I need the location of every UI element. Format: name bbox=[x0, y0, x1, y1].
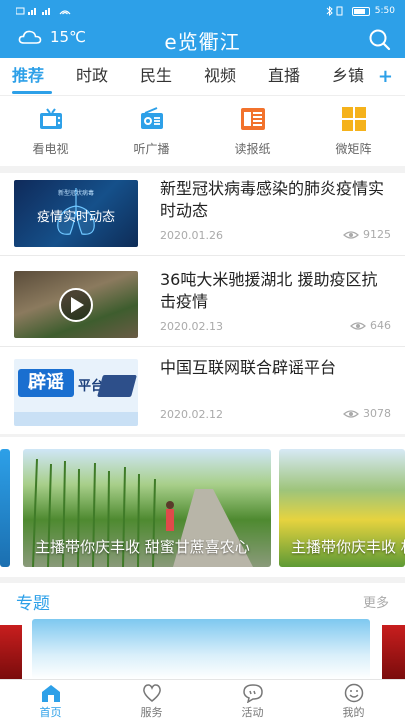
quick-links: 看电视 听广播 读报纸 微矩阵 bbox=[0, 96, 405, 166]
status-right-group: 5:50 bbox=[325, 6, 395, 16]
home-icon bbox=[41, 685, 60, 702]
quick-link-label: 看电视 bbox=[32, 142, 69, 156]
news-title: 36吨大米驰援湖北 援助疫区抗击疫情 bbox=[160, 270, 378, 311]
thumb-overlay-text: 疫情实时动态 bbox=[36, 210, 115, 225]
tab-politics[interactable]: 时政 bbox=[74, 58, 138, 96]
news-item[interactable]: 36吨大米驰援湖北 援助疫区抗击疫情 2020.02.13 646 bbox=[0, 264, 405, 346]
status-time: 5:50 bbox=[374, 6, 395, 16]
news-views: 646 bbox=[350, 319, 391, 332]
news-views: 3078 bbox=[343, 407, 391, 420]
nav-home[interactable]: 首页 bbox=[0, 680, 101, 720]
views-count: 9125 bbox=[363, 228, 391, 241]
thumb-footer-strip bbox=[14, 412, 138, 426]
views-count: 3078 bbox=[363, 407, 391, 420]
tab-live[interactable]: 直播 bbox=[266, 58, 330, 96]
news-thumbnail: 辟谣 平台 bbox=[14, 359, 138, 426]
heart-icon bbox=[142, 684, 161, 702]
nav-service[interactable]: 服务 bbox=[101, 680, 202, 720]
section-divider bbox=[0, 166, 405, 173]
bottom-nav: 首页 服务 活动 我的 bbox=[0, 679, 405, 720]
news-date: 2020.02.13 bbox=[160, 320, 223, 333]
tv-icon bbox=[39, 108, 62, 129]
radio-icon bbox=[140, 107, 163, 129]
thumb-small-text: 新型冠状病毒 bbox=[57, 190, 94, 197]
battery-icon bbox=[351, 6, 370, 16]
app-header: 15℃ e览衢江 bbox=[0, 22, 405, 58]
row-divider bbox=[0, 255, 405, 256]
grid-icon bbox=[341, 107, 366, 131]
quick-link-tv[interactable]: 看电视 bbox=[0, 96, 101, 166]
topic-card[interactable] bbox=[32, 619, 370, 679]
category-tabs: 推荐 时政 民生 视频 直播 乡镇 + bbox=[0, 58, 405, 96]
featured-carousel: 主播带你庆丰收 甜蜜甘蔗喜农心 主播带你庆丰收 机稻迎来大丰收 bbox=[0, 437, 405, 572]
carousel-slide[interactable]: 主播带你庆丰收 机稻迎来大丰收 bbox=[279, 449, 405, 567]
topics-more-link[interactable]: 更多 bbox=[363, 592, 389, 611]
news-item[interactable]: 辟谣 平台 中国互联网联合辟谣平台 2020.02.12 3078 bbox=[0, 352, 405, 434]
quick-link-radio[interactable]: 听广播 bbox=[101, 96, 202, 166]
quick-link-label: 读报纸 bbox=[234, 142, 271, 156]
bluetooth-vibrate-icon bbox=[326, 6, 343, 16]
topics-banner[interactable] bbox=[0, 617, 405, 679]
quick-link-label: 听广播 bbox=[133, 142, 170, 156]
nav-label: 服务 bbox=[140, 706, 163, 719]
laptop-graphic bbox=[97, 375, 137, 397]
carousel-caption: 主播带你庆丰收 甜蜜甘蔗喜农心 bbox=[35, 538, 250, 556]
signal-icon bbox=[16, 7, 71, 15]
newspaper-icon bbox=[240, 108, 265, 130]
news-date: 2020.02.12 bbox=[160, 408, 223, 421]
status-signal-group bbox=[16, 6, 76, 16]
topic-card-next[interactable] bbox=[382, 625, 405, 679]
carousel-caption: 主播带你庆丰收 机稻迎来大丰收 bbox=[291, 538, 405, 556]
news-thumbnail bbox=[14, 271, 138, 338]
app-title: e览衢江 bbox=[164, 30, 241, 54]
add-tab-icon[interactable]: + bbox=[378, 66, 393, 87]
search-icon[interactable] bbox=[367, 27, 393, 53]
news-title: 新型冠状病毒感染的肺炎疫情实时动态 bbox=[160, 179, 385, 220]
nav-mine[interactable]: 我的 bbox=[303, 680, 404, 720]
carousel-slide-prev[interactable] bbox=[0, 449, 10, 567]
views-count: 646 bbox=[370, 319, 391, 332]
topics-title: 专题 bbox=[16, 594, 50, 614]
thumb-overlay-text: 辟谣 bbox=[18, 369, 74, 397]
chat-bubble-icon bbox=[242, 684, 263, 703]
smiley-icon bbox=[344, 683, 363, 703]
play-icon bbox=[59, 288, 93, 322]
news-thumbnail: 新型冠状病毒 疫情实时动态 bbox=[14, 180, 138, 247]
section-divider bbox=[0, 577, 405, 583]
status-bar: 5:50 bbox=[0, 0, 405, 22]
news-views: 9125 bbox=[343, 228, 391, 241]
tab-recommend[interactable]: 推荐 bbox=[10, 58, 74, 96]
news-title: 中国互联网联合辟谣平台 bbox=[160, 358, 337, 377]
quick-link-newspaper[interactable]: 读报纸 bbox=[202, 96, 303, 166]
topic-card-prev[interactable] bbox=[0, 625, 22, 679]
tab-livelihood[interactable]: 民生 bbox=[138, 58, 202, 96]
row-divider bbox=[0, 346, 405, 347]
nav-activity[interactable]: 活动 bbox=[202, 680, 303, 720]
eye-icon bbox=[343, 409, 359, 418]
news-item[interactable]: 新型冠状病毒 疫情实时动态 新型冠状病毒感染的肺炎疫情实时动态 2020.01.… bbox=[0, 173, 405, 255]
nav-label: 活动 bbox=[241, 706, 264, 719]
quick-link-matrix[interactable]: 微矩阵 bbox=[303, 96, 404, 166]
eye-icon bbox=[350, 321, 366, 330]
quick-link-label: 微矩阵 bbox=[335, 142, 372, 156]
nav-label: 我的 bbox=[342, 706, 365, 719]
tab-video[interactable]: 视频 bbox=[202, 58, 266, 96]
carousel-slide[interactable]: 主播带你庆丰收 甜蜜甘蔗喜农心 bbox=[23, 449, 271, 567]
nav-label: 首页 bbox=[39, 706, 62, 719]
topics-header: 专题 更多 bbox=[0, 585, 405, 615]
news-date: 2020.01.26 bbox=[160, 229, 223, 242]
eye-icon bbox=[343, 230, 359, 239]
